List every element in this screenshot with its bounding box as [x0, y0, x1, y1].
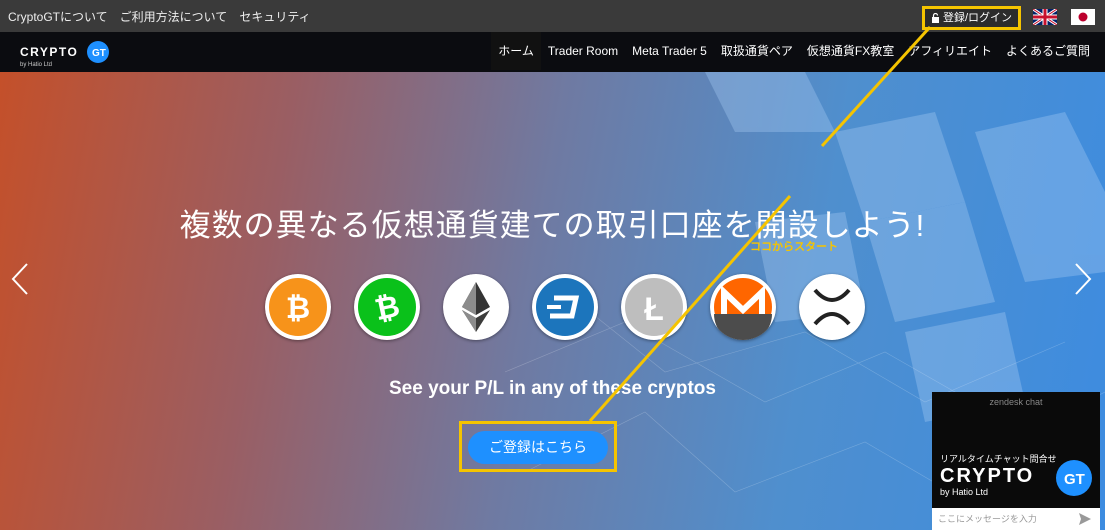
bitcoin-icon: ₿	[265, 274, 331, 340]
svg-text:₿: ₿	[286, 292, 310, 325]
nav-item-currency-pairs[interactable]: 取扱通貨ペア	[714, 32, 800, 70]
monero-icon	[710, 274, 776, 340]
litecoin-icon: Ł	[621, 274, 687, 340]
logo-byline: by Hatio Ltd	[20, 62, 52, 68]
crypto-coin-row: ₿ ₿ Ł	[265, 274, 865, 340]
ethereum-icon	[443, 274, 509, 340]
cryptogt-logo[interactable]: CRYPTO GT by Hatio Ltd	[20, 40, 112, 68]
cta-highlight-box: ご登録はこちら	[459, 421, 617, 472]
top-link-about[interactable]: CryptoGTについて	[8, 8, 108, 25]
nav-item-affiliate[interactable]: アフィリエイト	[901, 32, 999, 70]
dash-icon	[532, 274, 598, 340]
bitcoin-cash-icon: ₿	[354, 274, 420, 340]
svg-text:Ł: Ł	[644, 291, 664, 327]
chat-message-input[interactable]: ここにメッセージを入力	[932, 508, 1100, 530]
chat-widget[interactable]: zendesk chat リアルタイムチャット問合せ CRYPTO GT by …	[932, 392, 1100, 530]
japan-flag-icon[interactable]	[1071, 9, 1095, 25]
uk-flag-icon[interactable]	[1033, 9, 1057, 25]
top-link-security[interactable]: セキュリティ	[239, 8, 310, 25]
carousel-prev-arrow-icon[interactable]	[10, 262, 30, 296]
lock-icon	[932, 13, 939, 23]
logo-badge: GT	[92, 48, 106, 59]
nav-item-home[interactable]: ホーム	[491, 32, 541, 70]
nav-item-metatrader5[interactable]: Meta Trader 5	[625, 32, 714, 70]
login-label: 登録/ログイン	[943, 12, 1013, 24]
top-utility-bar: CryptoGTについて ご利用方法について セキュリティ 登録/ログイン	[0, 0, 1105, 32]
annotation-note: ココからスタート	[750, 241, 838, 253]
register-cta-button[interactable]: ご登録はこちら	[468, 431, 608, 464]
carousel-next-arrow-icon[interactable]	[1073, 262, 1093, 296]
logo-text: CRYPTO	[20, 45, 78, 59]
chat-logo-text: CRYPTO	[940, 465, 1034, 487]
top-link-howto[interactable]: ご利用方法について	[120, 8, 228, 25]
nav-item-fx-school[interactable]: 仮想通貨FX教室	[800, 32, 901, 70]
chat-byline: by Hatio Ltd	[940, 487, 989, 497]
chat-provider-label: zendesk chat	[989, 397, 1043, 407]
nav-item-trader-room[interactable]: Trader Room	[541, 32, 625, 70]
chat-logo-badge: GT	[1064, 471, 1085, 488]
nav-menu: ホーム Trader Room Meta Trader 5 取扱通貨ペア 仮想通…	[491, 32, 1097, 70]
top-links: CryptoGTについて ご利用方法について セキュリティ	[8, 8, 311, 25]
nav-item-faq[interactable]: よくあるご質問	[999, 32, 1097, 70]
send-icon[interactable]	[1078, 512, 1092, 526]
ripple-icon	[799, 274, 865, 340]
hero-headline: 複数の異なる仮想通貨建ての取引口座を開設しよう!	[179, 208, 926, 243]
login-button[interactable]: 登録/ログイン	[922, 6, 1022, 30]
main-navbar: CRYPTO GT by Hatio Ltd ホーム Trader Room M…	[0, 32, 1105, 72]
